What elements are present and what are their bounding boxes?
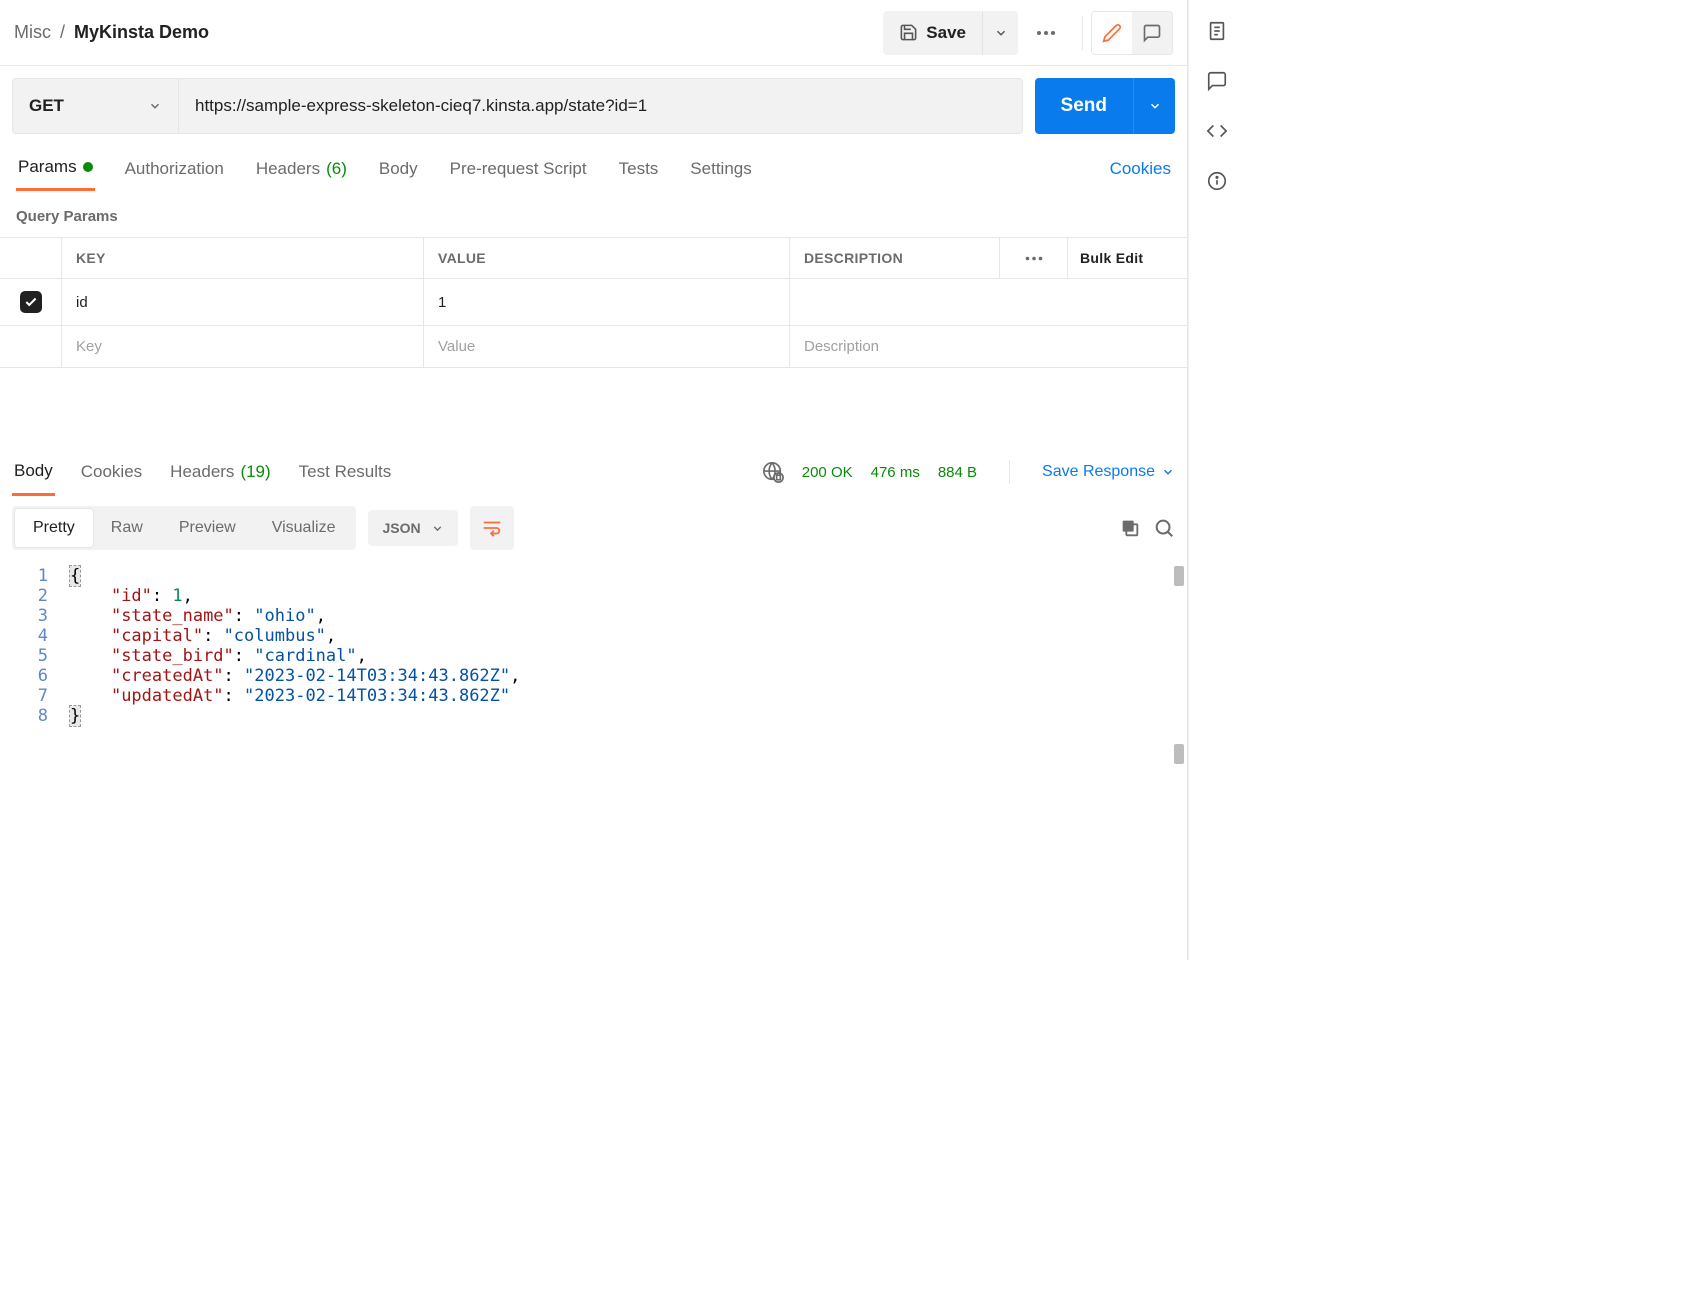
comment-icon [1142,23,1162,43]
request-line: GET https://sample-express-skeleton-cieq… [0,66,1187,146]
tab-body[interactable]: Body [377,146,420,191]
modified-dot-icon [83,162,93,172]
code-brace: { [70,566,80,586]
resp-tab-headers[interactable]: Headers (19) [168,448,273,496]
send-dropdown[interactable] [1133,78,1175,134]
param-checkbox[interactable] [20,291,42,313]
param-key-input[interactable]: Key [62,326,424,367]
copy-button[interactable] [1119,517,1141,539]
save-response-button[interactable]: Save Response [1042,463,1175,481]
scrollbar-thumb[interactable] [1174,744,1184,764]
comments-icon[interactable] [1206,70,1228,92]
bulk-edit-button[interactable]: Bulk Edit [1068,238,1187,278]
method-label: GET [29,96,64,116]
wrap-lines-button[interactable] [470,506,514,550]
col-key: KEY [62,238,424,278]
send-button[interactable]: Send [1035,78,1133,134]
col-options-button[interactable] [1000,238,1068,278]
network-icon[interactable] [762,461,784,483]
method-dropdown[interactable]: GET [13,79,179,133]
param-value-input[interactable]: Value [424,326,790,367]
chevron-down-icon [1161,465,1175,479]
code-icon[interactable] [1206,120,1228,142]
query-params-table: KEY VALUE DESCRIPTION Bulk Edit id 1 Key… [0,237,1187,368]
cookies-link[interactable]: Cookies [1110,159,1171,179]
view-raw[interactable]: Raw [93,509,161,547]
param-value-input[interactable]: 1 [424,279,790,325]
dots-icon [1025,256,1043,261]
save-label: Save [926,23,966,43]
view-visualize[interactable]: Visualize [254,509,354,547]
resp-tab-tests[interactable]: Test Results [297,448,394,496]
pencil-icon [1102,23,1122,43]
request-tabs: Params Authorization Headers (6) Body Pr… [0,146,1187,192]
comment-mode-button[interactable] [1132,12,1172,54]
response-tabs: Body Cookies Headers (19) Test Results 2… [0,448,1187,496]
tab-authorization[interactable]: Authorization [123,146,226,191]
wrap-icon [481,517,503,539]
tab-headers[interactable]: Headers (6) [254,146,349,191]
resp-tab-body[interactable]: Body [12,448,55,496]
col-value: VALUE [424,238,790,278]
chevron-down-icon [1148,99,1162,113]
tab-settings[interactable]: Settings [688,146,753,191]
tab-prerequest[interactable]: Pre-request Script [448,146,589,191]
chevron-down-icon [994,26,1008,40]
tab-params[interactable]: Params [16,146,95,191]
scrollbar-thumb[interactable] [1174,566,1184,586]
breadcrumb-parent[interactable]: Misc [14,22,51,43]
tab-tests[interactable]: Tests [617,146,661,191]
save-dropdown[interactable] [982,11,1018,55]
response-body[interactable]: 1{ 2 "id": 1, 3 "state_name": "ohio", 4 … [0,560,1187,960]
chevron-down-icon [431,522,444,535]
view-preview[interactable]: Preview [161,509,254,547]
status-size[interactable]: 884 B [938,464,977,481]
status-code[interactable]: 200 OK [802,464,853,481]
dots-icon [1036,30,1056,36]
param-key-input[interactable]: id [62,279,424,325]
response-toolbar: Pretty Raw Preview Visualize JSON [0,496,1187,560]
save-icon [899,23,918,42]
view-pretty[interactable]: Pretty [15,509,93,547]
more-button[interactable] [1028,11,1064,55]
right-sidebar [1188,0,1244,960]
edit-mode-button[interactable] [1092,12,1132,54]
param-row: id 1 [0,279,1187,326]
status-time[interactable]: 476 ms [871,464,920,481]
param-desc-input[interactable] [790,279,1187,325]
resp-tab-cookies[interactable]: Cookies [79,448,144,496]
code-brace: } [70,706,80,726]
info-icon[interactable] [1206,170,1228,192]
chevron-down-icon [148,99,162,113]
format-dropdown[interactable]: JSON [368,510,457,546]
param-desc-input[interactable]: Description [790,326,1187,367]
documentation-icon[interactable] [1206,20,1228,42]
col-description: DESCRIPTION [790,238,1000,278]
breadcrumb-sep: / [60,22,65,43]
url-value: https://sample-express-skeleton-cieq7.ki… [195,96,647,116]
save-button[interactable]: Save [883,11,982,55]
search-button[interactable] [1153,517,1175,539]
check-icon [24,295,38,309]
url-input[interactable]: https://sample-express-skeleton-cieq7.ki… [179,79,1022,133]
query-params-title: Query Params [0,192,1187,237]
param-row-empty: Key Value Description [0,326,1187,367]
breadcrumb-current[interactable]: MyKinsta Demo [74,22,209,43]
topbar: Misc / MyKinsta Demo Save [0,0,1187,66]
breadcrumb: Misc / MyKinsta Demo [14,22,209,43]
